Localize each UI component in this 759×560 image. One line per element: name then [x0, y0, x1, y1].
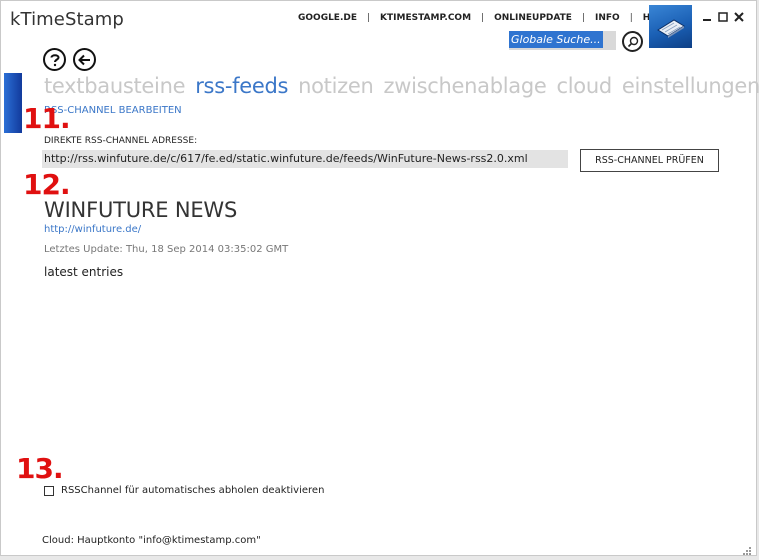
global-search-value: Globale Suche... — [509, 31, 603, 48]
global-search-input[interactable]: Globale Suche... — [509, 31, 616, 50]
help-button[interactable] — [43, 48, 66, 71]
resize-grip-icon — [743, 547, 751, 555]
tab-einstellungen[interactable]: einstellungen — [622, 74, 759, 98]
back-button[interactable] — [73, 48, 96, 71]
disable-auto-fetch-option: RSSChannel für automatisches abholen dea… — [44, 485, 324, 496]
tab-rss-feeds[interactable]: rss-feeds — [195, 74, 288, 98]
feed-title: WINFUTURE NEWS — [44, 198, 238, 222]
nav-separator: | — [629, 13, 633, 23]
check-rss-channel-button[interactable]: RSS-CHANNEL PRÜFEN — [580, 149, 719, 172]
nav-link-onlineupdate[interactable]: ONLINEUPDATE — [494, 13, 572, 23]
tab-zwischenablage[interactable]: zwischenablage — [384, 74, 547, 98]
nav-separator: | — [481, 13, 485, 23]
window-title: kTimeStamp — [10, 9, 124, 30]
nav-link-google[interactable]: GOOGLE.DE — [298, 13, 357, 23]
feed-website-link[interactable]: http://winfuture.de/ — [44, 224, 141, 235]
question-mark-icon — [50, 53, 60, 66]
cloud-status: Cloud: Hauptkonto "info@ktimestamp.com" — [42, 535, 261, 546]
minimize-button[interactable] — [700, 10, 714, 24]
rss-url-input[interactable]: http://rss.winfuture.de/c/617/fe.ed/stat… — [42, 150, 568, 168]
minimize-icon — [703, 19, 711, 21]
tab-cloud[interactable]: cloud — [557, 74, 613, 98]
feed-entries-heading: latest entries — [44, 265, 124, 279]
close-icon — [734, 12, 744, 22]
nav-link-ktimestamp[interactable]: KTIMESTAMP.COM — [380, 13, 471, 23]
step-number-12: 12. — [23, 168, 71, 201]
arrow-left-icon — [78, 54, 90, 65]
top-navigation: GOOGLE.DE | KTIMESTAMP.COM | ONLINEUPDAT… — [298, 11, 672, 25]
keyboard-pen-icon — [656, 18, 685, 38]
step-number-13: 13. — [16, 452, 64, 485]
disable-auto-fetch-label[interactable]: RSSChannel für automatisches abholen dea… — [61, 485, 324, 496]
app-logo — [649, 5, 692, 48]
feed-last-update: Letztes Update: Thu, 18 Sep 2014 03:35:0… — [44, 244, 289, 255]
rss-address-label: DIREKTE RSS-CHANNEL ADRESSE: — [44, 136, 198, 146]
search-icon — [627, 36, 638, 47]
nav-separator: | — [367, 13, 371, 23]
maximize-button[interactable] — [716, 10, 730, 24]
side-accent-bar — [4, 73, 22, 133]
main-tabs: textbausteine rss-feeds notizen zwischen… — [44, 74, 759, 98]
step-number-11: 11. — [23, 102, 71, 135]
app-window: kTimeStamp GOOGLE.DE | KTIMESTAMP.COM | … — [0, 0, 759, 556]
tab-notizen[interactable]: notizen — [298, 74, 374, 98]
search-button[interactable] — [622, 31, 643, 52]
resize-grip[interactable] — [742, 541, 752, 555]
close-button[interactable] — [732, 10, 746, 24]
tab-textbausteine[interactable]: textbausteine — [44, 74, 186, 98]
nav-link-info[interactable]: INFO — [595, 13, 620, 23]
disable-auto-fetch-checkbox[interactable] — [44, 485, 54, 496]
maximize-icon — [718, 12, 728, 22]
nav-separator: | — [581, 13, 586, 23]
